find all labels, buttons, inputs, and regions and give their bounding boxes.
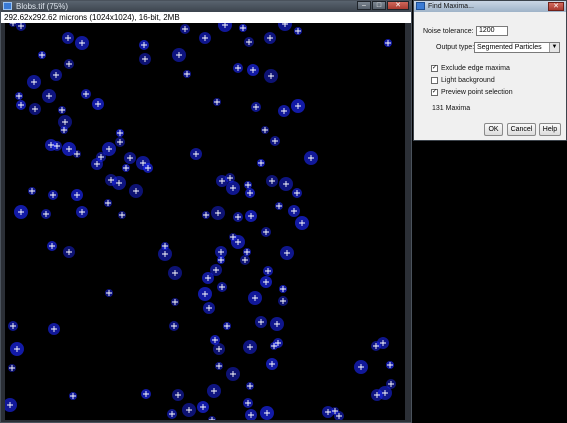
image-info-text: 292.62x292.62 microns (1024x1024), 16-bi… xyxy=(4,13,180,22)
dialog-title: Find Maxima... xyxy=(428,3,474,10)
find-maxima-dialog: Find Maxima... ✕ Noise tolerance: 1200 O… xyxy=(413,0,567,141)
exclude-edge-checkbox[interactable]: ✓ xyxy=(431,65,438,72)
dialog-close-button[interactable]: ✕ xyxy=(548,2,564,11)
image-window: Blobs.tif (75%) – □ ✕ 292.62x292.62 micr… xyxy=(0,0,412,423)
chevron-down-icon[interactable]: ▼ xyxy=(549,43,559,52)
preview-label: Preview point selection xyxy=(441,89,513,96)
maximize-button[interactable]: □ xyxy=(372,1,386,10)
imagej-app-icon xyxy=(3,2,12,10)
minimize-button[interactable]: – xyxy=(357,1,371,10)
close-button[interactable]: ✕ xyxy=(387,1,409,10)
output-type-select[interactable]: Segmented Particles ▼ xyxy=(474,42,560,53)
dialog-titlebar[interactable]: Find Maxima... ✕ xyxy=(414,1,566,12)
preview-checkbox[interactable]: ✓ xyxy=(431,89,438,96)
cancel-button[interactable]: Cancel xyxy=(507,123,536,136)
noise-tolerance-label: Noise tolerance: xyxy=(423,28,474,35)
output-type-value: Segmented Particles xyxy=(477,44,542,51)
light-background-label: Light background xyxy=(441,77,495,84)
ok-button[interactable]: OK xyxy=(484,123,503,136)
image-info-bar: 292.62x292.62 microns (1024x1024), 16-bi… xyxy=(1,12,411,23)
image-canvas[interactable] xyxy=(5,23,405,420)
dialog-app-icon xyxy=(416,2,425,10)
exclude-edge-label: Exclude edge maxima xyxy=(441,65,510,72)
image-window-titlebar[interactable]: Blobs.tif (75%) – □ ✕ xyxy=(1,1,411,12)
image-window-title: Blobs.tif (75%) xyxy=(16,2,69,11)
maxima-overlay xyxy=(5,23,396,420)
light-background-checkbox[interactable] xyxy=(431,77,438,84)
help-button[interactable]: Help xyxy=(539,123,561,136)
window-controls: – □ ✕ xyxy=(357,1,409,11)
output-type-label: Output type: xyxy=(436,44,475,51)
noise-tolerance-input[interactable]: 1200 xyxy=(476,26,508,36)
maxima-count: 131 Maxima xyxy=(432,105,471,112)
